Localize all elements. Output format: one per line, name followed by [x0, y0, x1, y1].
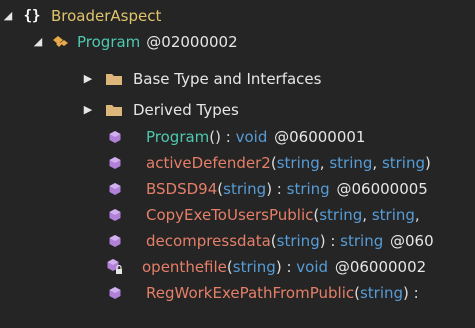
member-token: @060 [390, 232, 434, 250]
collapse-triangle-icon[interactable]: ◢ [1, 3, 15, 29]
expand-triangle-icon[interactable]: ▶ [81, 97, 95, 123]
param-type: string [371, 206, 415, 224]
return-type: void [235, 128, 268, 146]
member-token: @06000005 [336, 180, 428, 198]
tree-node-class[interactable]: ◢ Program @02000002 [31, 29, 238, 55]
method-icon [106, 150, 124, 176]
method-icon [106, 228, 124, 254]
member-name: openthefile [142, 258, 227, 276]
member-name: BSDSD94 [146, 180, 218, 198]
member-name: activeDefender2 [146, 154, 271, 172]
tree-node-base-types[interactable]: ▶ Base Type and Interfaces [81, 66, 322, 92]
assembly-tree: ◢ {} BroaderAspect ◢ Program @02000002 ▶… [0, 0, 475, 328]
member-token: @06000001 [274, 128, 366, 146]
param-type: string [276, 154, 320, 172]
class-icon [49, 29, 73, 55]
tree-node-member[interactable]: activeDefender2(string, string, string) [106, 150, 431, 176]
folder-icon [103, 66, 125, 92]
return-type: string [340, 232, 384, 250]
tree-node-namespace[interactable]: ◢ {} BroaderAspect [1, 3, 162, 29]
param-type: string [381, 154, 425, 172]
return-type: void [296, 258, 329, 276]
method-icon [106, 280, 124, 306]
tree-node-member[interactable]: Program() : void @06000001 [106, 124, 365, 150]
member-name: CopyExeToUsersPublic [146, 206, 314, 224]
namespace-braces-icon: {} [23, 8, 41, 24]
tree-node-derived-types[interactable]: ▶ Derived Types [81, 97, 239, 123]
param-type: string [232, 258, 276, 276]
member-name: RegWorkExePathFromPublic [146, 284, 355, 302]
folder-label: Derived Types [133, 101, 239, 119]
param-type: string [329, 154, 373, 172]
param-type: string [276, 232, 320, 250]
method-icon [106, 176, 124, 202]
namespace-label: BroaderAspect [51, 7, 162, 25]
folder-label: Base Type and Interfaces [133, 70, 322, 88]
method-icon [106, 202, 124, 228]
param-type: string [223, 180, 267, 198]
member-name: Program [146, 128, 210, 146]
param-type: string [359, 284, 404, 302]
tree-node-member[interactable]: RegWorkExePathFromPublic(string) : [106, 280, 419, 306]
class-label: Program [77, 33, 141, 51]
param-type: string [319, 206, 363, 224]
method-icon [106, 124, 124, 150]
member-signature: () : [209, 128, 236, 146]
tree-node-member[interactable]: CopyExeToUsersPublic(string, string, [106, 202, 420, 228]
return-type: string [286, 180, 330, 198]
collapse-triangle-icon[interactable]: ◢ [31, 29, 45, 55]
folder-icon [103, 97, 125, 123]
static-method-icon [106, 254, 124, 280]
member-name: decompressdata [146, 232, 271, 250]
class-token: @02000002 [146, 33, 238, 51]
member-token: @06000002 [334, 258, 427, 276]
tree-node-member[interactable]: decompressdata(string) : string @060 [106, 228, 434, 254]
tree-node-member[interactable]: BSDSD94(string) : string @06000005 [106, 176, 428, 202]
tree-node-member[interactable]: openthefile(string) : void @06000002 [106, 254, 426, 280]
expand-triangle-icon[interactable]: ▶ [81, 66, 95, 92]
